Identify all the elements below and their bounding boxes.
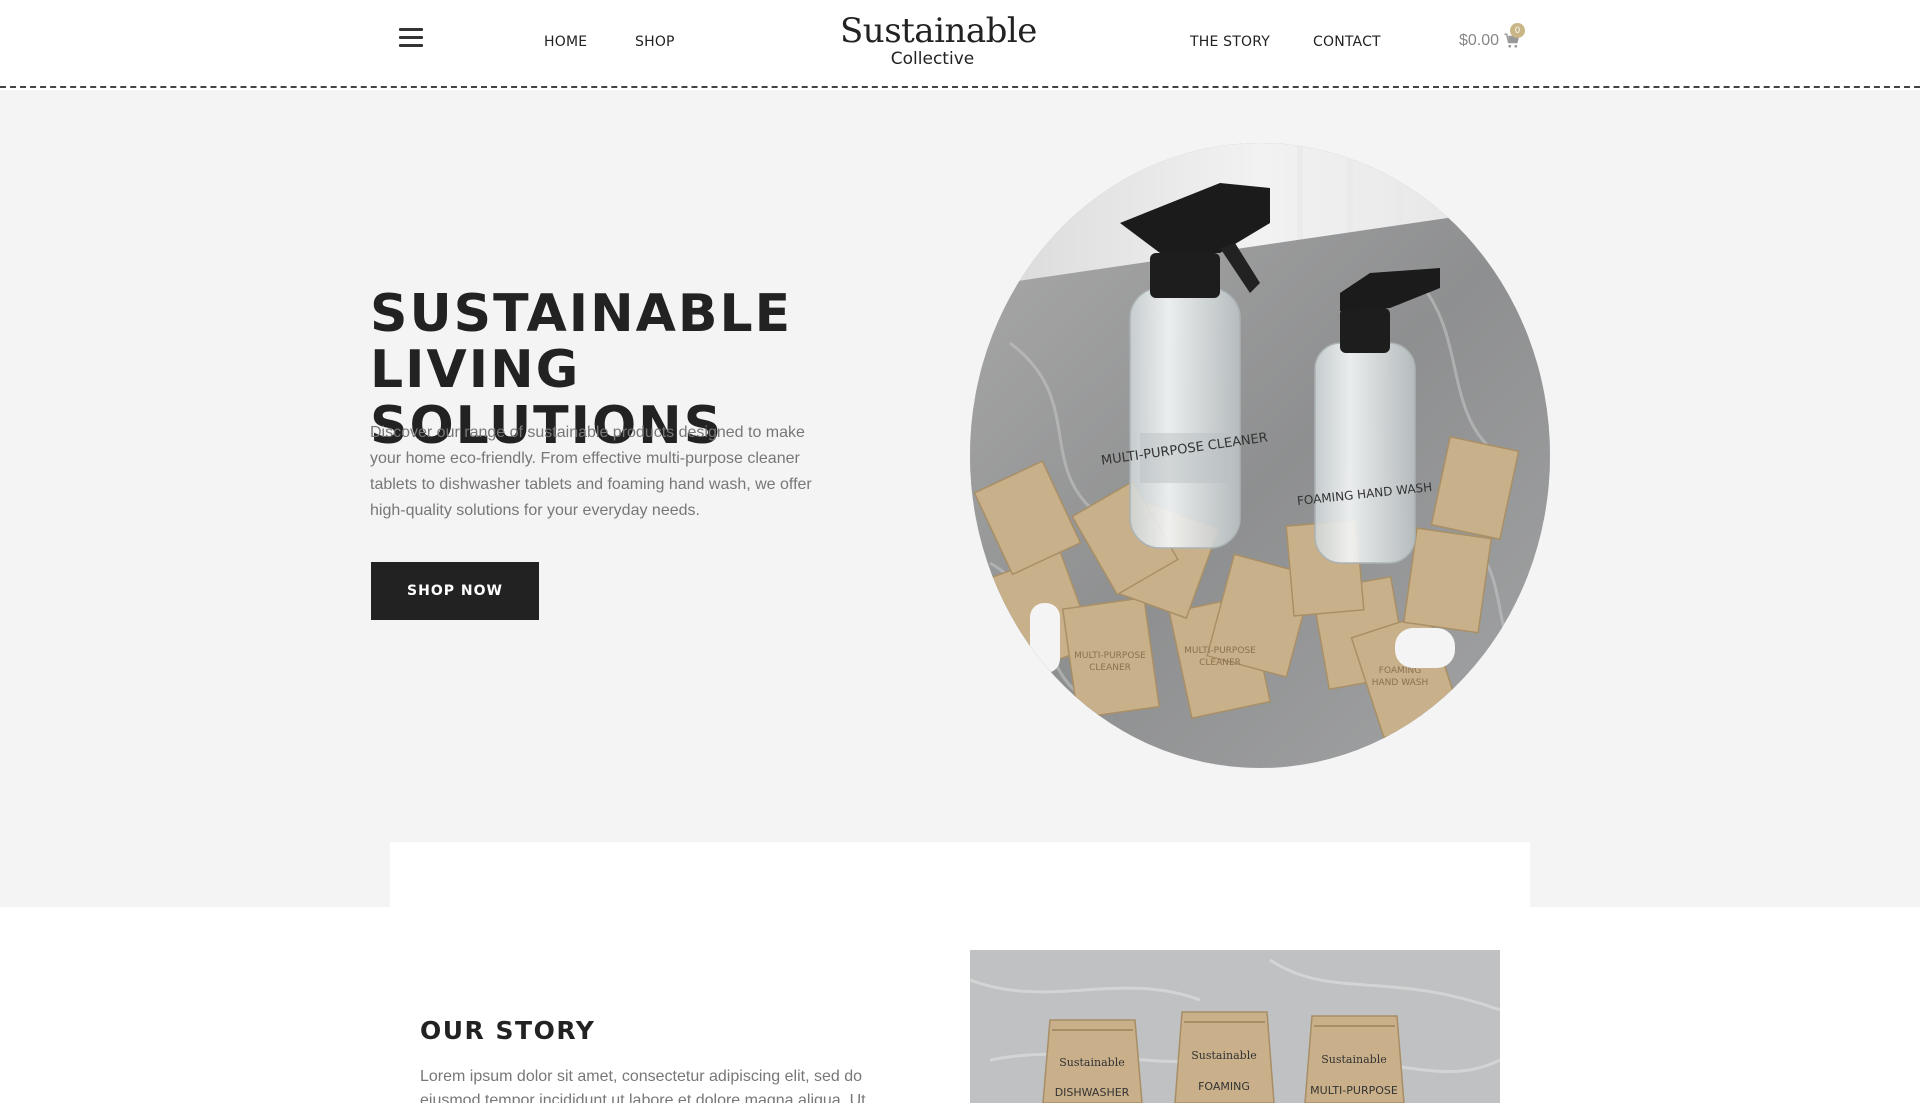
- nav-contact[interactable]: CONTACT: [1313, 34, 1381, 50]
- pack1-brand: Sustainable: [1059, 1056, 1124, 1069]
- hamburger-menu-icon[interactable]: [399, 28, 423, 50]
- nav-shop[interactable]: SHOP: [635, 34, 675, 50]
- svg-text:CLEANER: CLEANER: [1199, 658, 1241, 668]
- story-product-image: Sustainable Sustainable Sustainable DISH…: [970, 950, 1500, 1103]
- hero-title-line-1: SUSTAINABLE LIVING: [370, 284, 793, 400]
- svg-text:MULTI-PURPOSE: MULTI-PURPOSE: [1184, 646, 1256, 656]
- logo-main-text: Sustainable: [840, 11, 1037, 51]
- pack2-brand: Sustainable: [1191, 1049, 1256, 1062]
- hero-product-image: MULTI-PURPOSE CLEANER MULTI-PURPOSE CLEA…: [970, 143, 1550, 768]
- nav-the-story[interactable]: THE STORY: [1190, 34, 1270, 50]
- nav-home[interactable]: HOME: [544, 34, 587, 50]
- our-story-text: Lorem ipsum dolor sit amet, consectetur …: [420, 1068, 866, 1103]
- shop-now-button[interactable]: SHOP NOW: [371, 562, 539, 620]
- hero-product-illustration: MULTI-PURPOSE CLEANER MULTI-PURPOSE CLEA…: [970, 143, 1550, 768]
- pack3-brand: Sustainable: [1321, 1053, 1386, 1066]
- site-logo[interactable]: Sustainable Collective: [840, 11, 1037, 69]
- svg-text:MULTI-PURPOSE: MULTI-PURPOSE: [1074, 651, 1146, 661]
- logo-sub-text: Collective: [890, 49, 975, 69]
- cart-count-badge: 0: [1510, 23, 1525, 38]
- svg-text:CLEANER: CLEANER: [1089, 663, 1131, 673]
- hero-description: Discover our range of sustainable produc…: [370, 424, 812, 519]
- story-product-illustration: Sustainable Sustainable Sustainable DISH…: [970, 950, 1500, 1103]
- hero-section: SUSTAINABLE LIVING SOLUTIONS Discover ou…: [0, 90, 1920, 907]
- pack2-name: FOAMING: [1198, 1080, 1250, 1093]
- pack3-name: MULTI-PURPOSE: [1310, 1084, 1398, 1097]
- site-header: HOME SHOP Sustainable Collective THE STO…: [0, 0, 1920, 88]
- our-story-title: OUR STORY: [420, 1016, 596, 1045]
- cart-price: $0.00: [1459, 32, 1500, 49]
- svg-text:HAND WASH: HAND WASH: [1372, 678, 1429, 688]
- pack1-name: DISHWASHER: [1055, 1086, 1130, 1099]
- content-panel: [390, 842, 1530, 912]
